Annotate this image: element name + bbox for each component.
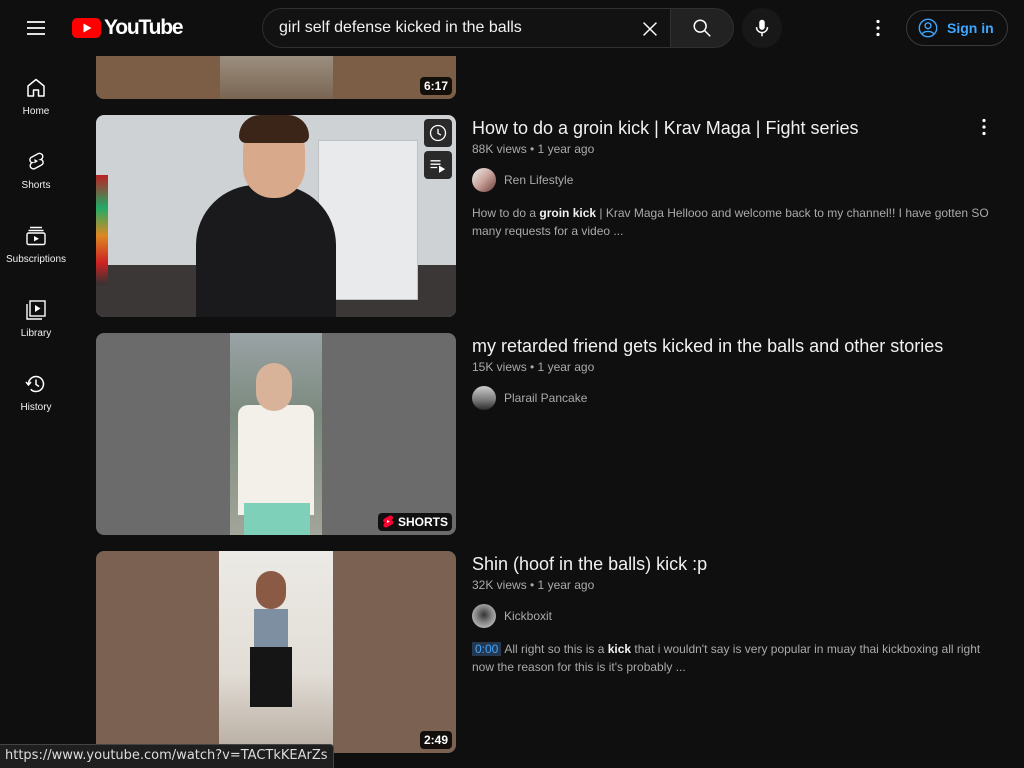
mini-guide: Home Shorts Subscriptions Library Histor… xyxy=(0,56,72,768)
thumbnail-person-face xyxy=(256,363,292,411)
queue-icon xyxy=(430,160,446,173)
close-icon xyxy=(643,22,657,36)
sidebar-item-label: Shorts xyxy=(21,180,51,191)
channel-info[interactable]: Kickboxit xyxy=(472,604,992,628)
description-text: How to do a xyxy=(472,206,540,220)
guide-menu-button[interactable] xyxy=(16,8,56,48)
video-description: 0:00 All right so this is a kick that i w… xyxy=(472,640,992,676)
description-text: All right so this is a xyxy=(504,642,608,656)
sidebar-item-label: Subscriptions xyxy=(5,254,67,265)
clock-icon xyxy=(429,124,447,142)
shorts-badge: SHORTS xyxy=(377,513,452,531)
channel-avatar[interactable] xyxy=(472,168,496,192)
thumbnail-person-body xyxy=(196,185,336,317)
sign-in-label: Sign in xyxy=(947,20,994,36)
video-duration: 6:17 xyxy=(419,77,452,95)
channel-name[interactable]: Ren Lifestyle xyxy=(504,173,573,187)
sidebar-item-label: Library xyxy=(20,328,52,339)
video-title[interactable]: my retarded friend gets kicked in the ba… xyxy=(472,333,992,359)
channel-avatar[interactable] xyxy=(472,604,496,628)
thumbnail-person-hair xyxy=(239,115,309,143)
home-icon xyxy=(27,78,45,97)
video-info: my retarded friend gets kicked in the ba… xyxy=(472,333,992,410)
video-action-menu-button[interactable] xyxy=(972,115,996,139)
thumbnail-person-head xyxy=(256,571,286,609)
thumbnail-person-pants xyxy=(250,647,292,707)
sign-in-button[interactable]: Sign in xyxy=(906,10,1008,46)
sidebar-item-label: Home xyxy=(22,106,50,117)
shorts-icon xyxy=(29,152,44,170)
video-result[interactable]: How to do a groin kick | Krav Maga | Fig… xyxy=(96,115,1008,317)
masthead: YouTube Sign in xyxy=(0,0,1024,56)
microphone-icon xyxy=(755,19,769,37)
sidebar-item-shorts[interactable]: Shorts xyxy=(0,130,72,204)
video-info: Shin (hoof in the balls) kick :p 32K vie… xyxy=(472,551,992,676)
description-match: groin kick xyxy=(539,206,597,220)
sidebar-item-home[interactable]: Home xyxy=(0,56,72,130)
thumbnail-person-shirt xyxy=(238,405,314,515)
video-thumbnail[interactable]: SHORTS xyxy=(96,333,456,535)
video-result[interactable]: SHORTS my retarded friend gets kicked in… xyxy=(96,333,1008,535)
shorts-logo-icon xyxy=(383,515,394,528)
sidebar-item-subscriptions[interactable]: Subscriptions xyxy=(0,204,72,278)
chapter-timestamp-link[interactable]: 0:00 xyxy=(472,642,502,656)
video-thumbnail[interactable] xyxy=(96,115,456,317)
video-info: How to do a groin kick | Krav Maga | Fig… xyxy=(472,115,992,240)
thumbnail-person-top xyxy=(254,609,288,649)
shorts-badge-label: SHORTS xyxy=(397,515,448,529)
link-status-bar: https://www.youtube.com/watch?v=TACTkKEA… xyxy=(0,744,334,768)
video-metadata: 88K views • 1 year ago xyxy=(472,142,595,156)
video-metadata: 32K views • 1 year ago xyxy=(472,578,595,592)
video-result[interactable]: 2:49 Shin (hoof in the balls) kick :p 32… xyxy=(96,551,1008,753)
search-input[interactable] xyxy=(279,19,639,37)
search-box xyxy=(262,8,670,48)
voice-search-button[interactable] xyxy=(742,8,782,48)
video-metadata: 15K views • 1 year ago xyxy=(472,360,595,374)
add-to-queue-button[interactable] xyxy=(424,151,452,179)
sidebar-item-history[interactable]: History xyxy=(0,352,72,426)
logo-text: YouTube xyxy=(104,16,184,39)
channel-avatar[interactable] xyxy=(472,386,496,410)
sidebar-item-library[interactable]: Library xyxy=(0,278,72,352)
search-button[interactable] xyxy=(670,8,734,48)
hamburger-icon xyxy=(27,21,45,35)
watch-later-button[interactable] xyxy=(424,119,452,147)
library-icon xyxy=(26,300,46,320)
clear-search-button[interactable] xyxy=(634,13,666,45)
more-vertical-icon xyxy=(876,19,880,37)
video-thumbnail[interactable]: 2:49 xyxy=(96,551,456,753)
settings-menu-button[interactable] xyxy=(858,8,898,48)
thumbnail-weights xyxy=(96,175,108,285)
sidebar-item-label: History xyxy=(20,402,52,413)
account-icon xyxy=(918,18,938,38)
video-title[interactable]: How to do a groin kick | Krav Maga | Fig… xyxy=(472,115,992,141)
youtube-logo[interactable]: YouTube xyxy=(72,16,184,40)
channel-info[interactable]: Plarail Pancake xyxy=(472,386,992,410)
video-title[interactable]: Shin (hoof in the balls) kick :p xyxy=(472,551,992,577)
channel-info[interactable]: Ren Lifestyle xyxy=(472,168,992,192)
channel-name[interactable]: Kickboxit xyxy=(504,609,552,623)
history-icon xyxy=(25,375,45,393)
description-match: kick xyxy=(607,642,632,656)
subscriptions-icon xyxy=(26,226,46,246)
video-description: How to do a groin kick | Krav Maga Hello… xyxy=(472,204,992,240)
channel-name[interactable]: Plarail Pancake xyxy=(504,391,587,405)
thumbnail-person-skirt xyxy=(244,503,310,535)
search-icon xyxy=(693,19,711,37)
search-bar xyxy=(262,8,734,48)
video-duration: 2:49 xyxy=(419,731,452,749)
more-vertical-icon xyxy=(982,118,986,136)
youtube-play-icon xyxy=(72,18,101,38)
